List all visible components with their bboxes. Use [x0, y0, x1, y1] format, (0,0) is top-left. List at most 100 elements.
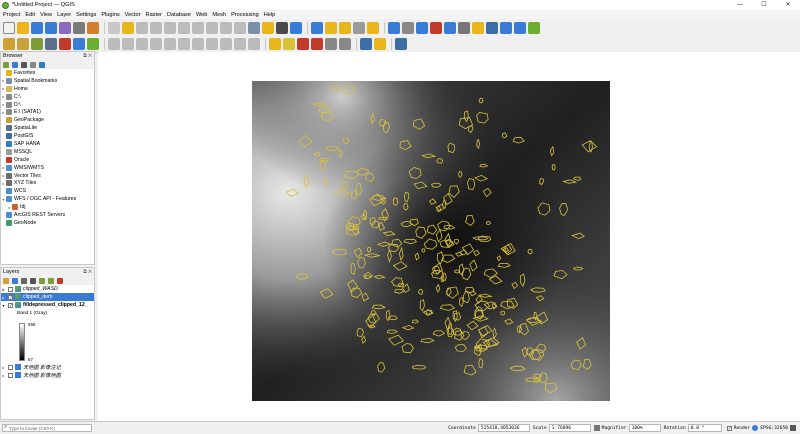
edits-icon[interactable] [122, 38, 134, 50]
collapse-icon[interactable] [30, 61, 36, 68]
show-bookmarks-icon[interactable] [262, 21, 274, 34]
label-move-icon[interactable] [311, 38, 323, 50]
new-spatialite-icon[interactable] [45, 38, 57, 50]
collapse-all-icon[interactable] [48, 277, 54, 284]
layer-item[interactable]: ▾ filldepressed_clipped_12_ [1, 301, 94, 309]
zoom-full-icon[interactable] [164, 21, 176, 34]
open-project-icon[interactable] [17, 21, 29, 34]
add-layer-icon[interactable] [3, 61, 9, 68]
undo-icon[interactable] [234, 38, 246, 50]
refresh-icon[interactable] [290, 21, 302, 34]
delete-icon[interactable] [178, 38, 190, 50]
remove-layer-icon[interactable] [57, 277, 63, 284]
label-pin-icon[interactable] [283, 38, 295, 50]
layer-visibility-checkbox[interactable] [8, 372, 13, 378]
scale-field[interactable]: 1:76096 [548, 424, 591, 432]
browser-item[interactable]: PostGIS [1, 132, 94, 140]
menu-help[interactable]: Help [264, 12, 276, 18]
style-manager-icon[interactable] [87, 21, 99, 34]
filter-icon[interactable] [21, 61, 27, 68]
panel-float-close-icons[interactable]: ⧉ ✕ [83, 52, 92, 60]
new-geopackage-icon[interactable] [17, 38, 29, 50]
layout-manager-icon[interactable] [73, 21, 85, 34]
basemap-layer-item[interactable]: ▸ 天地图 影像注记 [1, 363, 94, 371]
add-feature-icon[interactable] [150, 38, 162, 50]
browser-item[interactable]: SAP HANA [1, 140, 94, 148]
maximize-button[interactable]: ☐ [752, 0, 776, 10]
menu-database[interactable]: Database [167, 12, 191, 18]
browser-item[interactable]: ▸ Vector Tiles [1, 172, 94, 180]
menu-edit[interactable]: Edit [25, 12, 35, 18]
label-show-icon[interactable] [297, 38, 309, 50]
expand-arrow-icon[interactable]: ▸ [1, 373, 6, 378]
browser-item[interactable]: GeoNode [1, 219, 94, 227]
browser-item[interactable]: ArcGIS REST Servers [1, 211, 94, 219]
browser-item[interactable]: MSSQL [1, 148, 94, 156]
save-project-icon[interactable] [31, 21, 43, 34]
browser-item[interactable]: ▸ Home [1, 85, 94, 93]
style-icon[interactable] [3, 277, 9, 284]
identify-icon[interactable] [311, 21, 323, 34]
new-project-icon[interactable] [3, 21, 15, 34]
edit-pencil-icon[interactable] [108, 38, 120, 50]
layer-item[interactable]: ▸ clipped_WASD [1, 285, 94, 293]
table-icon[interactable] [444, 21, 456, 34]
layer-item[interactable]: ▸ clipped_dem [1, 293, 94, 301]
menu-web[interactable]: Web [196, 12, 207, 18]
crs-globe-icon[interactable] [752, 425, 759, 431]
browser-item[interactable]: ▸ D:\ [1, 101, 94, 109]
field-calc-icon[interactable] [353, 21, 365, 34]
browser-item[interactable]: SpatiaLite [1, 124, 94, 132]
browser-item[interactable]: WCS [1, 187, 94, 195]
processing-icon[interactable] [374, 38, 386, 50]
layer-visibility-checkbox[interactable] [8, 364, 13, 370]
menu-project[interactable]: Project [3, 12, 20, 18]
render-checkbox[interactable] [726, 425, 732, 431]
copy-icon[interactable] [206, 38, 218, 50]
temporal-icon[interactable] [276, 21, 288, 34]
expand-arrow-icon[interactable]: ▸ [1, 287, 6, 292]
expand-arrow-icon[interactable]: ▸ [1, 365, 6, 370]
ruler-icon[interactable] [458, 21, 470, 34]
annotation-icon[interactable] [367, 21, 379, 34]
zoom-native-icon[interactable] [206, 21, 218, 34]
paste-icon[interactable] [220, 38, 232, 50]
virtual-layer-icon[interactable] [73, 38, 85, 50]
digitize-icon[interactable] [136, 38, 148, 50]
print-layout-icon[interactable] [59, 21, 71, 34]
label-rotate-icon[interactable] [325, 38, 337, 50]
browser-item[interactable]: Oracle [1, 156, 94, 164]
plugin-extra-icon[interactable] [395, 38, 407, 50]
pan-icon[interactable] [108, 21, 120, 34]
cut-icon[interactable] [192, 38, 204, 50]
python-icon[interactable] [486, 21, 498, 34]
menu-processing[interactable]: Processing [231, 12, 259, 18]
measure-icon[interactable] [402, 21, 414, 34]
menu-raster[interactable]: Raster [146, 12, 162, 18]
menu-settings[interactable]: Settings [76, 12, 96, 18]
expand-all-icon[interactable] [39, 277, 45, 284]
expand-arrow-icon[interactable]: ▸ [1, 295, 6, 300]
plugin-icon[interactable] [528, 21, 540, 34]
expand-arrow-icon[interactable]: ▾ [1, 303, 6, 308]
browser-item[interactable]: ▸ E:\ (SATA1) [1, 108, 94, 116]
menu-view[interactable]: View [40, 12, 52, 18]
browser-item[interactable]: ▸ WMS/WMTS [1, 164, 94, 172]
layer-visibility-checkbox[interactable] [8, 302, 13, 308]
data-source-manager-icon[interactable] [3, 38, 15, 50]
globe-icon[interactable] [514, 21, 526, 34]
zoom-in-icon[interactable] [136, 21, 148, 34]
gear-icon[interactable] [500, 21, 512, 34]
eye-icon[interactable] [21, 277, 27, 284]
menu-plugins[interactable]: Plugins [101, 12, 119, 18]
browser-item[interactable]: ▸ Spatial Bookmarks [1, 77, 94, 85]
deselect-icon[interactable] [339, 21, 351, 34]
browser-item[interactable]: Favorites [1, 69, 94, 77]
browser-item[interactable]: ▸ C:\ [1, 93, 94, 101]
new-bookmark-icon[interactable] [248, 21, 260, 34]
label-change-icon[interactable] [339, 38, 351, 50]
rotation-field[interactable]: 0.0 ° [687, 424, 722, 432]
zoom-selection-icon[interactable] [178, 21, 190, 34]
text-annotation-icon[interactable] [472, 21, 484, 34]
python-console-icon[interactable] [360, 38, 372, 50]
